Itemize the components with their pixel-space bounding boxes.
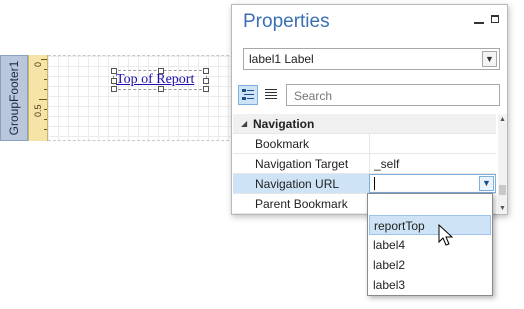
dropdown-item-label4[interactable]: label4 (369, 235, 491, 255)
dropdown-item-empty[interactable] (369, 195, 491, 215)
categorized-icon (242, 89, 254, 100)
dropdown-item-label2[interactable]: label2 (369, 255, 491, 275)
property-name: Navigation URL (255, 177, 340, 191)
collapse-triangle-icon[interactable]: ◢ (241, 119, 247, 128)
scroll-down-icon[interactable]: ▼ (499, 205, 506, 212)
chevron-down-icon[interactable]: ▼ (482, 51, 497, 67)
property-name: Navigation Target (255, 157, 349, 171)
panel-title: Properties (243, 11, 330, 32)
resize-handle-w[interactable] (111, 78, 117, 84)
alphabetical-view-button[interactable] (262, 85, 282, 105)
ruler-mark-0: 0 (33, 61, 43, 67)
resize-handle-se[interactable] (203, 86, 209, 92)
properties-panel: Properties label1 Label ▼ ◢ Navigation (231, 4, 508, 215)
report-canvas[interactable] (48, 55, 244, 141)
dropdown-item-reporttop[interactable]: reportTop (369, 215, 491, 235)
list-icon (265, 89, 277, 99)
object-selector[interactable]: label1 Label ▼ (243, 48, 500, 70)
report-label-control[interactable]: Top of Report (111, 68, 209, 92)
resize-handle-e[interactable] (203, 78, 209, 84)
navigation-url-editor[interactable]: ▼ (369, 174, 496, 193)
chevron-down-icon[interactable]: ▼ (479, 176, 494, 191)
property-row-bookmark[interactable]: Bookmark (233, 134, 496, 154)
property-value[interactable] (369, 134, 496, 153)
vertical-ruler: 0 0.5 (28, 55, 48, 141)
object-selector-value: label1 Label (249, 52, 314, 66)
categorized-view-button[interactable] (238, 85, 258, 105)
resize-handle-s[interactable] (158, 86, 164, 92)
property-row-navigation-url[interactable]: Navigation URL ▼ (233, 174, 496, 194)
category-label: Navigation (253, 117, 315, 131)
property-row-navigation-target[interactable]: Navigation Target _self (233, 154, 496, 174)
search-field[interactable] (286, 84, 500, 106)
dropdown-item-label3[interactable]: label3 (369, 275, 491, 295)
resize-handle-ne[interactable] (203, 68, 209, 74)
search-input[interactable] (292, 86, 496, 106)
mouse-pointer-icon (438, 224, 454, 246)
band-label: GroupFooter1 (7, 60, 21, 136)
property-name: Bookmark (255, 137, 310, 151)
band-tab-groupfooter[interactable]: GroupFooter1 (0, 55, 28, 141)
report-label-text: Top of Report (116, 72, 195, 87)
scroll-up-icon[interactable]: ▲ (499, 116, 506, 123)
property-name: Parent Bookmark (255, 197, 348, 211)
scroll-thumb[interactable] (499, 185, 506, 195)
minimize-icon[interactable] (474, 22, 484, 24)
resize-handle-n[interactable] (158, 68, 164, 74)
text-caret (374, 177, 375, 190)
category-row-navigation[interactable]: ◢ Navigation (233, 114, 496, 134)
maximize-icon[interactable] (491, 15, 499, 23)
resize-handle-nw[interactable] (111, 68, 117, 74)
resize-handle-sw[interactable] (111, 86, 117, 92)
property-value[interactable]: _self (369, 154, 496, 173)
vertical-scrollbar[interactable]: ▲ ▼ (498, 114, 507, 214)
bookmark-dropdown-list: reportTop label4 label2 label3 (367, 193, 493, 296)
ruler-mark-half: 0.5 (33, 104, 43, 117)
